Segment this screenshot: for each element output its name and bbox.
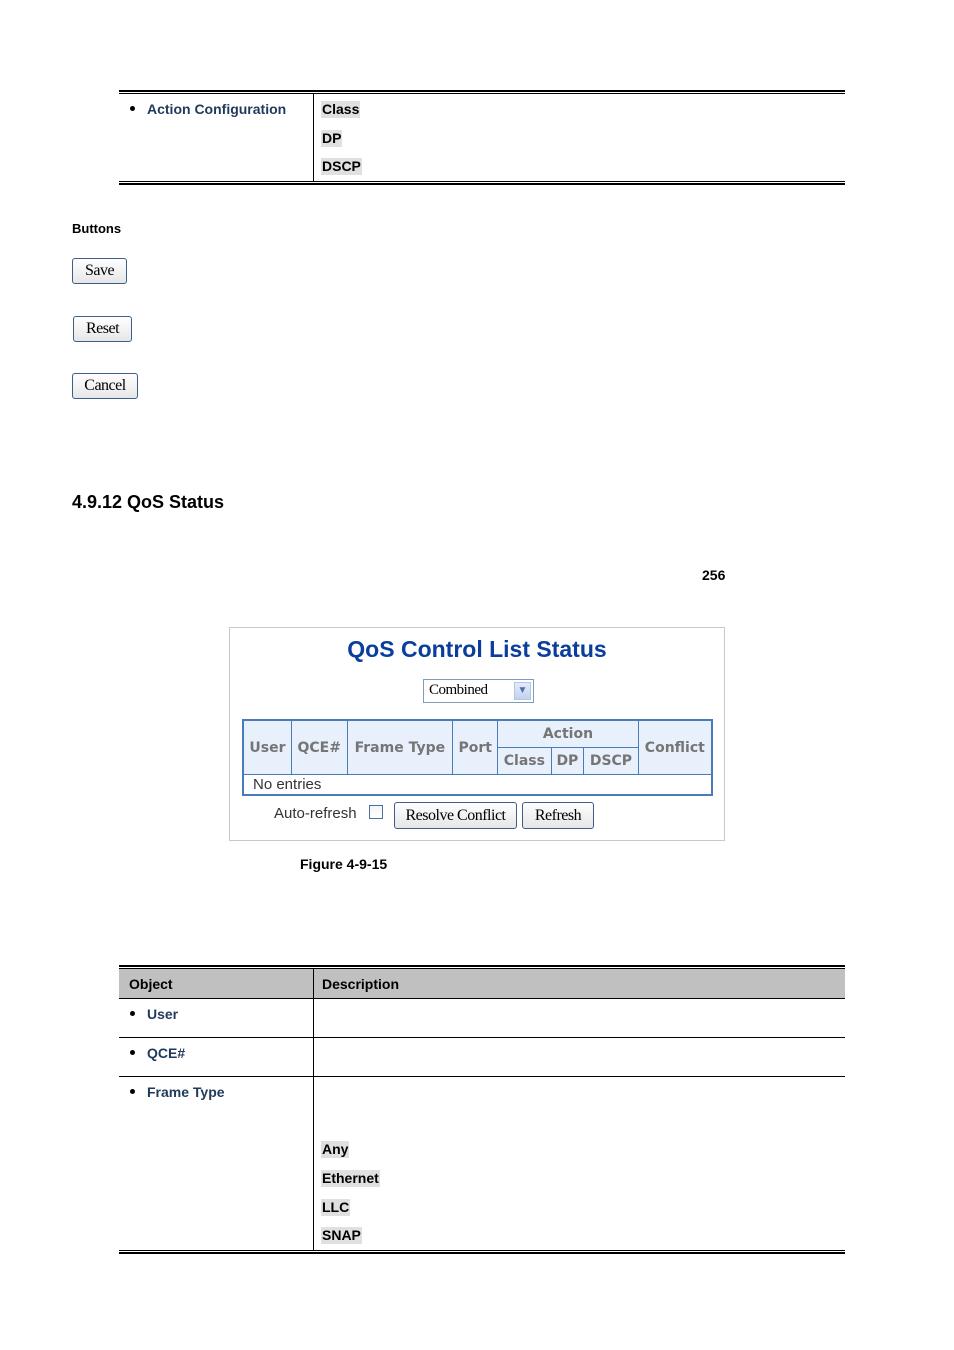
auto-refresh-label: Auto-refresh bbox=[274, 805, 357, 822]
save-button[interactable]: Save bbox=[72, 258, 127, 284]
action-configuration-label: Action Configuration bbox=[147, 101, 287, 117]
bullet-icon bbox=[130, 1088, 135, 1094]
top-table-top-rule bbox=[119, 90, 845, 94]
qos-status-panel: QoS Control List Status Combined ▼ User … bbox=[229, 627, 725, 841]
object-qce-label: QCE# bbox=[147, 1045, 186, 1061]
resolve-conflict-button[interactable]: Resolve Conflict bbox=[394, 802, 517, 829]
col-port: Port bbox=[452, 719, 499, 775]
object-table-bottom-rule bbox=[119, 1250, 845, 1254]
object-user: User bbox=[130, 1006, 178, 1022]
frame-type-any: Any bbox=[321, 1141, 350, 1158]
frame-type-ethernet: Ethernet bbox=[321, 1170, 380, 1187]
bullet-icon bbox=[130, 105, 135, 111]
object-qce: QCE# bbox=[130, 1045, 185, 1061]
table-row: No entries bbox=[243, 775, 712, 796]
bullet-icon bbox=[130, 1010, 135, 1016]
value-dscp: DSCP bbox=[321, 158, 362, 175]
section-title: 4.9.12 QoS Status bbox=[72, 492, 225, 512]
action-configuration-item: Action Configuration bbox=[130, 101, 286, 117]
bullet-icon bbox=[130, 1049, 135, 1055]
user-select-value: Combined bbox=[429, 682, 488, 698]
reset-button[interactable]: Reset bbox=[73, 316, 132, 342]
col-dscp: DSCP bbox=[583, 747, 639, 775]
page-number: 256 bbox=[702, 567, 726, 583]
row-separator bbox=[119, 1037, 845, 1038]
chevron-down-icon[interactable]: ▼ bbox=[514, 682, 531, 700]
top-table-bottom-rule bbox=[119, 181, 845, 185]
top-table-divider bbox=[313, 94, 314, 181]
refresh-button[interactable]: Refresh bbox=[522, 802, 594, 829]
header-description: Description bbox=[322, 976, 400, 992]
row-separator bbox=[119, 998, 845, 999]
object-frame-type-label: Frame Type bbox=[147, 1084, 225, 1100]
row-separator bbox=[119, 1076, 845, 1077]
value-class: Class bbox=[321, 101, 361, 118]
frame-type-snap: SNAP bbox=[321, 1227, 362, 1244]
user-select[interactable]: Combined ▼ bbox=[423, 679, 534, 703]
auto-refresh-checkbox[interactable] bbox=[369, 805, 383, 819]
value-dp: DP bbox=[321, 130, 343, 147]
panel-title: QoS Control List Status bbox=[347, 636, 607, 662]
col-dp: DP bbox=[550, 747, 585, 775]
object-user-label: User bbox=[147, 1006, 179, 1022]
buttons-heading: Buttons bbox=[72, 221, 122, 236]
frame-type-llc: LLC bbox=[321, 1199, 351, 1216]
object-table-divider bbox=[313, 969, 314, 1250]
col-action: Action bbox=[497, 719, 639, 748]
col-class: Class bbox=[497, 747, 552, 775]
header-object: Object bbox=[129, 976, 173, 992]
col-user: User bbox=[242, 719, 292, 775]
figure-caption: Figure 4-9-15 bbox=[300, 856, 388, 872]
object-table-header: Object Description bbox=[119, 969, 845, 998]
qos-status-table: User QCE# Frame Type Port Action Conflic… bbox=[242, 719, 713, 796]
col-qce: QCE# bbox=[290, 719, 348, 775]
col-frame-type: Frame Type bbox=[346, 719, 454, 775]
no-entries-message: No entries bbox=[253, 776, 322, 793]
cancel-button[interactable]: Cancel bbox=[72, 373, 138, 399]
object-frame-type: Frame Type bbox=[130, 1084, 225, 1100]
col-conflict: Conflict bbox=[637, 719, 713, 775]
